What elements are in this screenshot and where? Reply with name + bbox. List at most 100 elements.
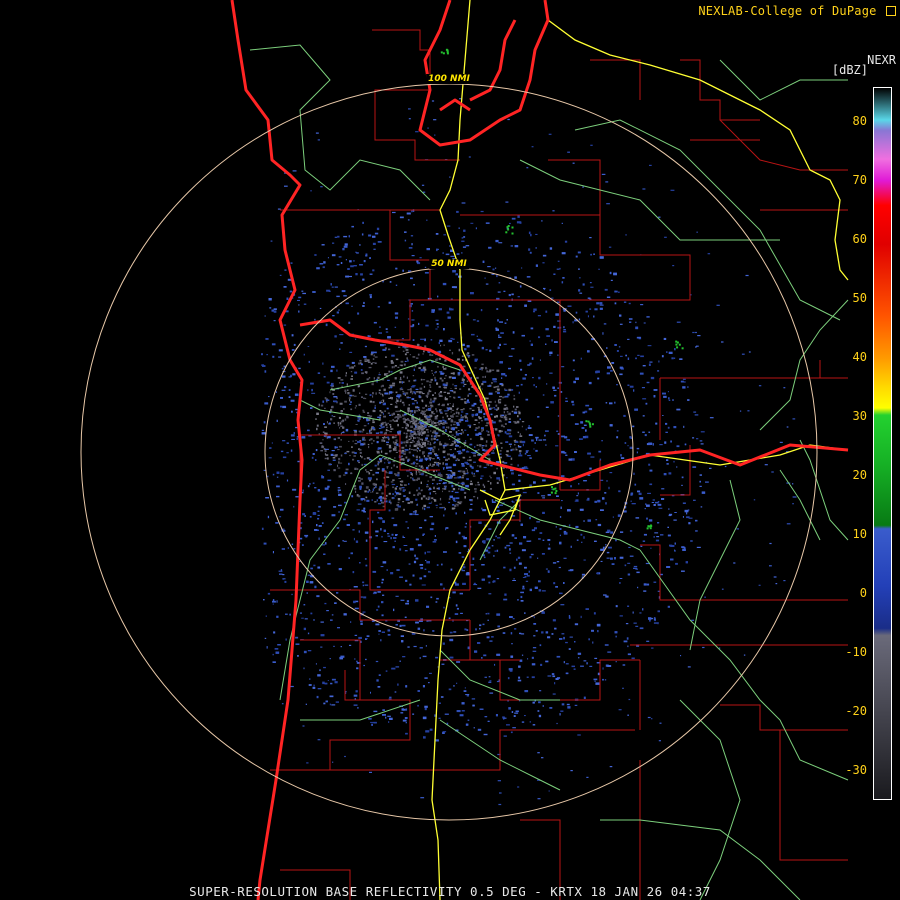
echo-pixel xyxy=(676,341,679,344)
echo-pixel xyxy=(792,418,796,420)
echo-pixel xyxy=(264,402,269,405)
echo-pixel xyxy=(590,286,594,288)
echo-pixel xyxy=(356,667,359,670)
echo-pixel xyxy=(380,566,384,568)
echo-pixel xyxy=(422,353,424,355)
echo-pixel xyxy=(423,442,426,445)
echo-pixel xyxy=(309,483,311,485)
echo-pixel xyxy=(532,724,536,726)
echo-pixel xyxy=(372,520,374,524)
echo-pixel xyxy=(389,471,393,474)
range-label-50: 50 NMI xyxy=(429,259,469,269)
echo-pixel xyxy=(568,615,571,617)
echo-pixel xyxy=(533,308,537,311)
echo-pixel xyxy=(373,248,376,250)
echo-pixel xyxy=(550,401,554,404)
echo-pixel xyxy=(340,439,342,441)
echo-pixel xyxy=(462,582,466,585)
echo-pixel xyxy=(521,334,525,337)
echo-pixel xyxy=(491,382,493,384)
echo-pixel xyxy=(578,483,580,485)
echo-pixel xyxy=(374,406,376,410)
echo-pixel xyxy=(649,361,653,363)
echo-pixel xyxy=(464,628,467,631)
echo-pixel xyxy=(658,507,663,509)
echo-pixel xyxy=(549,247,553,250)
echo-pixel xyxy=(435,408,437,411)
echo-pixel xyxy=(608,486,610,490)
echo-pixel xyxy=(457,470,460,472)
echo-pixel xyxy=(456,607,459,610)
echo-pixel xyxy=(500,424,504,427)
echo-pixel xyxy=(385,356,387,358)
echo-pixel xyxy=(471,413,475,416)
echo-pixel xyxy=(508,707,511,710)
echo-pixel xyxy=(700,443,704,445)
echo-pixel xyxy=(501,377,503,379)
echo-pixel xyxy=(648,442,653,445)
echo-pixel xyxy=(478,410,483,414)
echo-pixel xyxy=(395,358,399,361)
echo-pixel xyxy=(503,598,508,601)
echo-pixel xyxy=(384,365,388,368)
echo-pixel xyxy=(628,318,633,320)
echo-pixel xyxy=(347,389,349,391)
echo-pixel xyxy=(406,351,409,354)
echo-pixel xyxy=(449,638,454,642)
echo-pixel xyxy=(435,436,438,438)
echo-pixel xyxy=(507,677,510,680)
echo-pixel xyxy=(676,321,681,323)
echo-pixel xyxy=(576,495,579,497)
echo-pixel xyxy=(382,457,384,459)
echo-pixel xyxy=(384,436,386,438)
echo-pixel xyxy=(396,395,400,398)
echo-pixel xyxy=(585,404,590,407)
echo-pixel xyxy=(496,578,500,580)
echo-pixel xyxy=(442,463,444,465)
echo-pixel xyxy=(663,395,667,398)
echo-pixel xyxy=(610,531,614,534)
echo-pixel xyxy=(433,435,436,438)
echo-pixel xyxy=(589,308,592,310)
echo-pixel xyxy=(394,312,399,315)
radar-map[interactable] xyxy=(0,0,900,900)
echo-pixel xyxy=(387,715,391,717)
echo-pixel xyxy=(556,722,558,725)
echo-pixel xyxy=(441,423,445,425)
echo-pixel xyxy=(502,467,505,469)
echo-pixel xyxy=(649,469,653,472)
echo-pixel xyxy=(580,665,584,667)
echo-pixel xyxy=(670,440,672,443)
echo-pixel xyxy=(666,351,668,353)
echo-pixel xyxy=(580,533,583,536)
echo-pixel xyxy=(535,630,538,632)
echo-pixel xyxy=(342,540,344,542)
echo-pixel xyxy=(463,383,467,385)
echo-pixel xyxy=(364,360,367,362)
echo-pixel xyxy=(425,497,427,500)
credit-link[interactable]: NEXLAB-College of DuPage xyxy=(698,4,896,18)
echo-pixel xyxy=(394,540,396,542)
echo-pixel xyxy=(289,613,291,616)
echo-pixel xyxy=(342,426,345,429)
echo-pixel xyxy=(618,346,621,348)
echo-pixel xyxy=(391,436,395,439)
echo-pixel xyxy=(268,396,270,398)
echo-pixel xyxy=(439,458,441,461)
echo-pixel xyxy=(366,432,369,434)
echo-pixel xyxy=(402,452,404,454)
echo-pixel xyxy=(357,522,361,525)
echo-pixel xyxy=(409,354,411,356)
echo-pixel xyxy=(534,442,536,444)
echo-pixel xyxy=(614,557,616,560)
echo-pixel xyxy=(391,483,396,486)
echo-pixel xyxy=(314,529,318,531)
echo-pixel xyxy=(417,493,419,496)
echo-pixel xyxy=(559,267,561,270)
echo-pixel xyxy=(516,558,518,561)
echo-pixel xyxy=(392,441,395,444)
echo-pixel xyxy=(542,539,545,541)
echo-pixel xyxy=(417,353,420,356)
echo-pixel xyxy=(473,461,476,463)
echo-pixel xyxy=(338,416,341,419)
